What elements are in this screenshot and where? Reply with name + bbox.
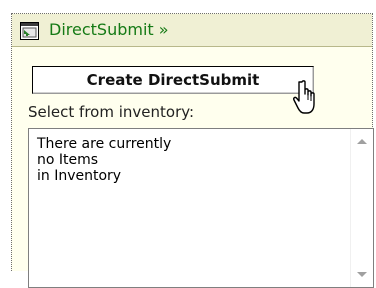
directsubmit-panel: DirectSubmit » Create DirectSubmit Selec…	[11, 13, 374, 288]
create-directsubmit-button[interactable]: Create DirectSubmit	[32, 66, 314, 94]
scroll-up-icon[interactable]	[357, 139, 367, 144]
inventory-listbox[interactable]: There are currently no Items in Inventor…	[28, 128, 374, 288]
inventory-label: Select from inventory:	[28, 103, 195, 121]
listbox-scrollbar[interactable]	[350, 129, 373, 287]
scroll-down-icon[interactable]	[357, 272, 367, 277]
hand-pointer-icon	[289, 78, 321, 118]
inventory-empty-message: There are currently no Items in Inventor…	[37, 136, 172, 184]
panel-title[interactable]: DirectSubmit »	[49, 20, 169, 39]
window-form-icon	[20, 22, 39, 40]
panel-header: DirectSubmit »	[12, 14, 372, 47]
